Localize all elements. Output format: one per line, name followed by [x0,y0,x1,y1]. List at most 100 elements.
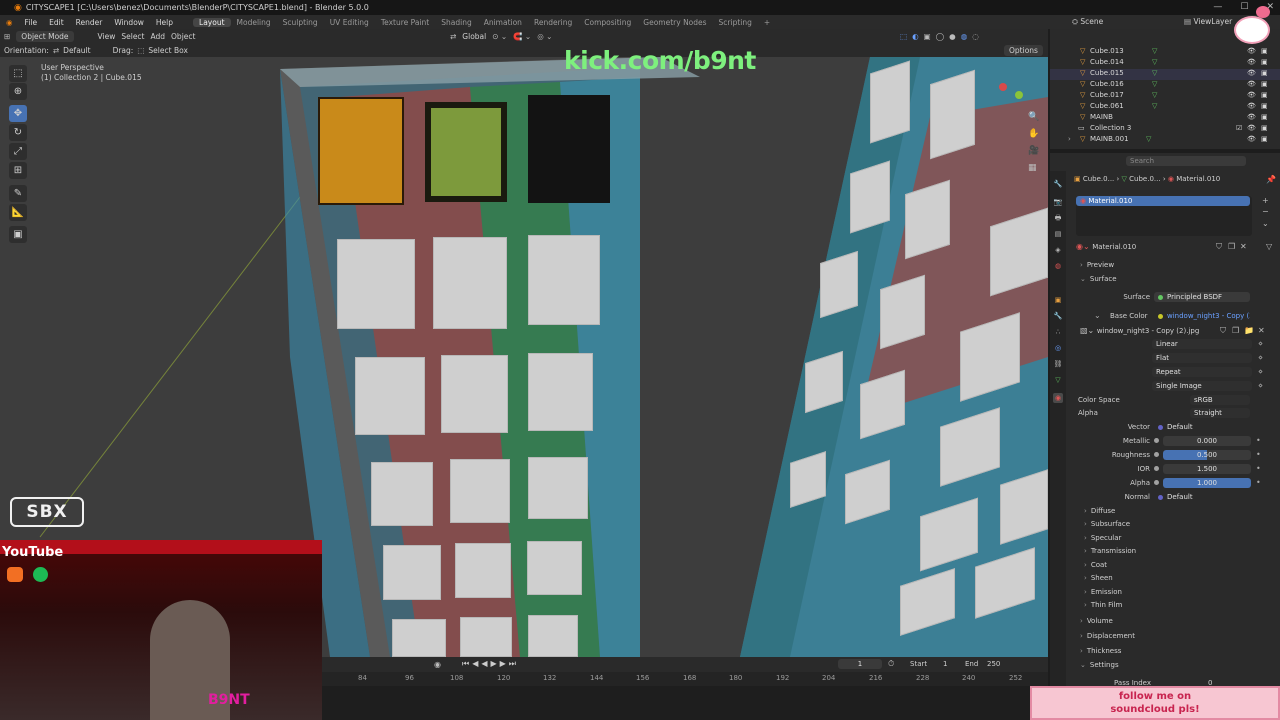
outliner-row-selected[interactable]: ▽ Cube.015 ▽ 👁 ▣ [1050,69,1280,80]
select-menu[interactable]: Select [121,32,144,41]
render-camera-icon[interactable]: ▣ [1261,102,1268,110]
transform-orientation-dropdown[interactable]: Global [462,32,486,41]
render-camera-icon[interactable]: ▣ [1261,58,1268,66]
exclude-checkbox[interactable]: ☑ [1236,124,1242,132]
object-tab-icon[interactable]: ▣ [1053,295,1063,305]
base-color-caret-icon[interactable]: ⌄ [1094,311,1101,320]
blender-menu-icon[interactable]: ◉ [0,18,19,27]
editor-type-icon[interactable]: ⊞ [4,32,10,41]
menu-render[interactable]: Render [70,18,109,27]
properties-search-input[interactable]: Search [1126,156,1246,166]
render-camera-icon[interactable]: ▣ [1261,124,1268,132]
annotate-tool-icon[interactable]: ✎ [9,185,27,202]
subpanel-emission[interactable]: › Emission [1084,588,1122,596]
breadcrumb-item[interactable]: Material.010 [1176,175,1220,183]
rotate-tool-icon[interactable]: ↻ [9,124,27,141]
metallic-keyframe-icon[interactable]: • [1256,436,1261,445]
base-color-link-field[interactable]: window_night3 - Copy (2... [1154,311,1250,321]
window-cube[interactable] [528,235,600,325]
pan-icon[interactable]: ✋ [1028,129,1039,139]
breadcrumb-item[interactable]: Cube.0... [1083,175,1114,183]
modifier-tab-icon[interactable]: 🔧 [1053,311,1063,321]
visibility-eye-icon[interactable]: 👁 [1247,113,1256,121]
material-name-field[interactable]: Material.010 [1092,243,1136,251]
tab-animation[interactable]: Animation [478,18,528,27]
data-tab-icon[interactable]: ▽ [1053,375,1063,385]
interpolation-keyframe-icon[interactable]: ⋄ [1258,339,1263,348]
gizmo-toggle-icon[interactable]: ⬚ [900,32,907,41]
fake-user-shield-icon[interactable]: ⛉ [1216,242,1222,252]
extension-keyframe-icon[interactable]: ⋄ [1258,367,1263,376]
source-keyframe-icon[interactable]: ⋄ [1258,381,1263,390]
frame-range-icon[interactable]: ⏱ [888,659,894,669]
render-camera-icon[interactable]: ▣ [1261,91,1268,99]
x-axis-icon[interactable] [999,83,1007,91]
material-shading-icon[interactable]: ◍ [961,32,968,41]
subpanel-specular[interactable]: › Specular [1084,534,1121,542]
window-cube[interactable] [455,543,511,598]
scene-selector[interactable]: Scene [1080,17,1103,26]
render-camera-icon[interactable]: ▣ [1261,135,1268,143]
subpanel-sheen[interactable]: › Sheen [1084,574,1113,582]
window-cube[interactable] [528,457,588,519]
snap-icon[interactable]: 🧲 ⌄ [513,32,531,41]
section-volume[interactable]: › Volume [1080,617,1113,625]
outliner-row[interactable]: ▽ Cube.014 ▽ 👁 ▣ [1050,58,1280,69]
physics-tab-icon[interactable]: ◎ [1053,343,1063,353]
menu-edit[interactable]: Edit [43,18,70,27]
roughness-slider[interactable]: 0.500 [1163,450,1251,460]
mode-selector[interactable]: Object Mode [16,31,74,42]
window-cube[interactable] [527,541,582,595]
visibility-eye-icon[interactable]: 👁 [1247,135,1256,143]
xray-toggle-icon[interactable]: ▣ [924,32,931,41]
projection-dropdown[interactable]: Flat [1152,353,1252,363]
image-browse-icon[interactable]: ▧⌄ [1080,326,1097,335]
surface-shader-field[interactable]: Principled BSDF [1154,292,1250,302]
unlink-material-icon[interactable]: ✕ [1240,242,1247,251]
outliner-row[interactable]: › ▽ MAINB.001 ▽ 👁 ▣ [1050,135,1280,146]
section-thickness[interactable]: › Thickness [1080,647,1121,655]
measure-tool-icon[interactable]: 📐 [9,204,27,221]
subpanel-coat[interactable]: › Coat [1084,561,1107,569]
alpha-mode-dropdown[interactable]: Straight [1190,408,1250,418]
slot-specials-icon[interactable]: ⌄ [1262,219,1269,228]
particles-tab-icon[interactable]: ∴ [1053,327,1063,337]
image-name-field[interactable]: window_night3 - Copy (2).jpg [1097,327,1199,335]
window-cube[interactable] [392,619,446,657]
subpanel-subsurface[interactable]: › Subsurface [1084,520,1130,528]
open-image-folder-icon[interactable]: 📁 [1244,326,1254,335]
visibility-eye-icon[interactable]: 👁 [1247,91,1256,99]
window-cube[interactable] [441,355,508,433]
tab-rendering[interactable]: Rendering [528,18,578,27]
material-slot-list[interactable]: ◉ Material.010 [1076,196,1252,236]
menu-file[interactable]: File [19,18,44,27]
render-camera-icon[interactable]: ▣ [1261,80,1268,88]
playback-controls[interactable]: ⏮◀◀▶▶⏭ [462,659,519,669]
world-tab-icon[interactable]: ◍ [1053,261,1063,271]
render-tab-icon[interactable]: 📷 [1053,197,1063,207]
window-cube[interactable] [355,357,425,435]
tab-texture-paint[interactable]: Texture Paint [375,18,435,27]
proportional-edit-icon[interactable]: ◎ ⌄ [537,32,552,41]
expand-arrow-icon[interactable]: › [1068,135,1071,143]
material-tab-icon[interactable]: ◉ [1053,393,1063,403]
remove-slot-button[interactable]: − [1262,207,1269,216]
ior-slider[interactable]: 1.500 [1163,464,1251,474]
window-cube[interactable] [383,545,441,600]
tab-geometry-nodes[interactable]: Geometry Nodes [637,18,712,27]
scale-tool-icon[interactable]: ⤢ [9,143,27,160]
alpha-slider[interactable]: 1.000 [1163,478,1251,488]
render-camera-icon[interactable]: ▣ [1261,113,1268,121]
pivot-icon[interactable]: ⊙ ⌄ [492,32,507,41]
menu-window[interactable]: Window [108,18,150,27]
current-frame-field[interactable]: 1 [838,659,882,669]
material-browse-icon[interactable]: ◉⌄ [1076,242,1092,251]
ior-keyframe-icon[interactable]: • [1256,464,1261,473]
material-slot-item[interactable]: ◉ Material.010 [1076,196,1250,206]
subpanel-transmission[interactable]: › Transmission [1084,547,1136,555]
camera-view-icon[interactable]: 🎥 [1028,146,1039,156]
color-space-dropdown[interactable]: sRGB [1190,395,1250,405]
scene-tab-icon[interactable]: ◈ [1053,245,1063,255]
image-datablock[interactable]: ▧⌄ window_night3 - Copy (2).jpg ⛉ ❐ 📁 ✕ [1080,326,1276,337]
cursor-tool-icon[interactable]: ⊕ [9,83,27,100]
